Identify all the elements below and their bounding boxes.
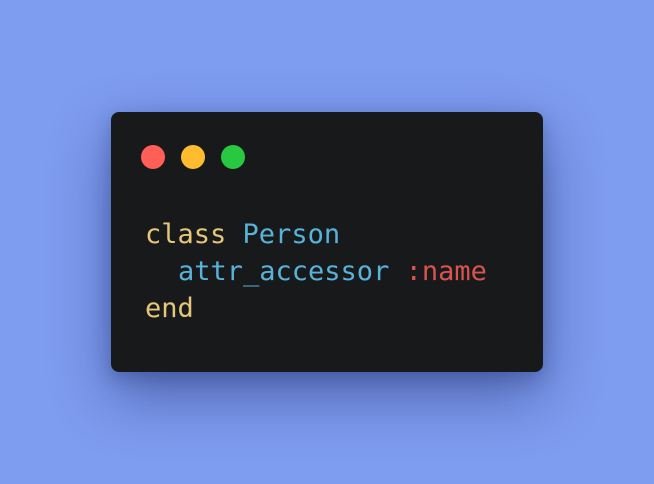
symbol-literal: :name bbox=[405, 256, 487, 287]
minimize-icon[interactable] bbox=[181, 145, 205, 169]
close-icon[interactable] bbox=[141, 145, 165, 169]
zoom-icon[interactable] bbox=[221, 145, 245, 169]
keyword-end: end bbox=[145, 293, 194, 324]
code-line-3: end bbox=[145, 290, 487, 327]
code-line-2: attr_accessor :name bbox=[145, 253, 487, 290]
method-call: attr_accessor bbox=[178, 256, 390, 287]
keyword-class: class bbox=[145, 219, 227, 250]
code-window: class Person attr_accessor :name end bbox=[111, 112, 543, 372]
code-block: class Person attr_accessor :name end bbox=[145, 216, 487, 327]
class-name: Person bbox=[242, 219, 341, 250]
code-line-1: class Person bbox=[145, 216, 487, 253]
